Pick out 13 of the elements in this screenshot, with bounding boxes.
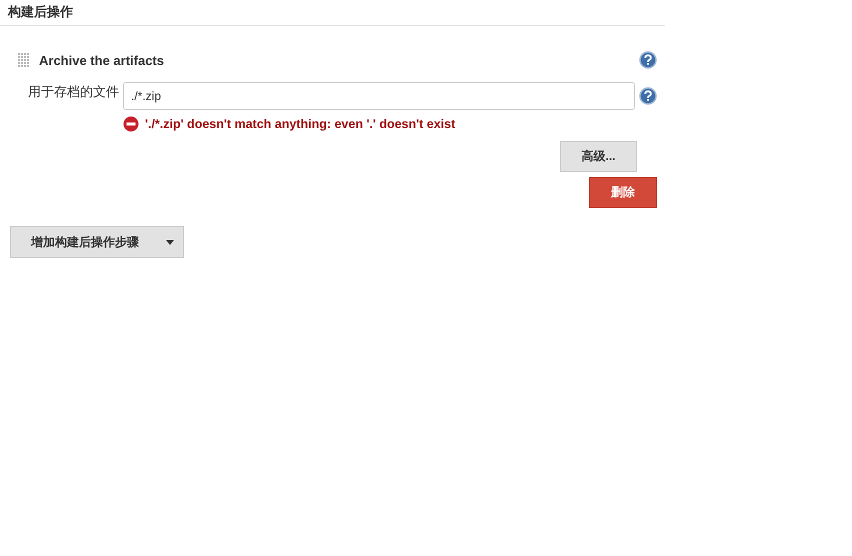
error-message: './*.zip' doesn't match anything: even '.' doesn't exist <box>145 117 456 131</box>
step-title: Archive the artifacts <box>39 52 165 68</box>
field-label: 用于存档的文件 <box>28 83 120 101</box>
drag-handle-icon[interactable] <box>18 53 30 67</box>
error-icon <box>123 116 139 132</box>
section-title: 构建后操作 <box>0 3 665 26</box>
add-step-button[interactable]: 增加构建后操作步骤 <box>10 226 184 258</box>
caret-icon <box>166 240 174 244</box>
delete-button[interactable]: 删除 <box>589 177 657 208</box>
help-icon[interactable] <box>639 87 657 105</box>
help-icon[interactable] <box>639 51 657 69</box>
advanced-button[interactable]: 高级... <box>560 141 637 172</box>
files-input-field[interactable]: ./*.zip <box>123 82 635 110</box>
